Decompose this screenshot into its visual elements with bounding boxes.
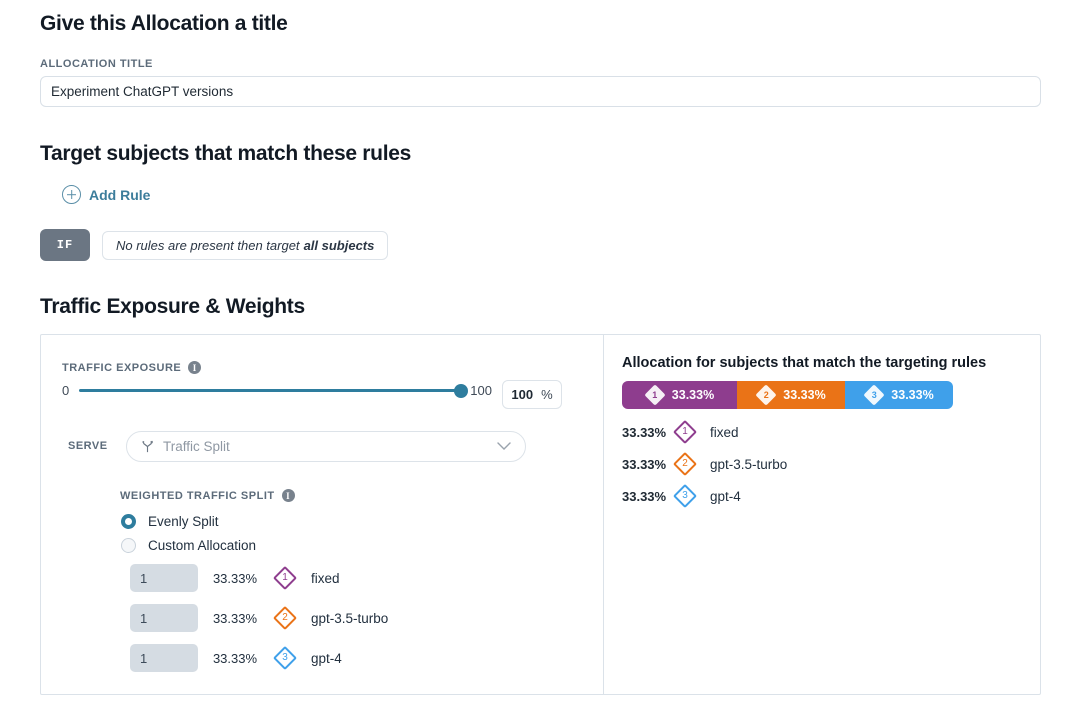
allocation-legend-row: 33.33% 3 gpt-4 bbox=[622, 483, 741, 509]
variant-weight-row: 33.33% 2 gpt-3.5-turbo bbox=[130, 604, 388, 632]
allocation-legend-row: 33.33% 1 fixed bbox=[622, 419, 739, 445]
variant-weight-input[interactable] bbox=[130, 644, 198, 672]
card-divider bbox=[603, 335, 604, 694]
slider-max-label: 100 bbox=[470, 383, 492, 398]
variant-index: 3 bbox=[282, 652, 288, 663]
variant-index: 3 bbox=[871, 389, 877, 400]
radio-evenly-split[interactable]: Evenly Split bbox=[121, 514, 219, 529]
variant-diamond-icon: 1 bbox=[272, 565, 298, 591]
if-badge: IF bbox=[40, 229, 90, 261]
traffic-exposure-percent-value: 100 bbox=[511, 387, 534, 402]
serve-dropdown[interactable]: Traffic Split bbox=[126, 431, 526, 462]
slider-min-label: 0 bbox=[62, 383, 70, 398]
traffic-exposure-label-row: TRAFFIC EXPOSURE i bbox=[62, 361, 202, 374]
variant-diamond-icon: 3 bbox=[863, 384, 885, 406]
variant-diamond-icon: 2 bbox=[755, 384, 777, 406]
segment-percent: 33.33% bbox=[671, 388, 715, 402]
empty-rule-text: No rules are present then target bbox=[116, 238, 300, 253]
add-rule-button[interactable]: Add Rule bbox=[62, 185, 150, 204]
slider-track[interactable] bbox=[79, 383, 469, 398]
allocation-legend-row: 33.33% 2 gpt-3.5-turbo bbox=[622, 451, 787, 477]
page-title-heading: Give this Allocation a title bbox=[40, 12, 288, 35]
weighted-split-label-row: WEIGHTED TRAFFIC SPLIT i bbox=[120, 489, 295, 502]
allocation-title-label: ALLOCATION TITLE bbox=[40, 58, 153, 70]
info-icon[interactable]: i bbox=[281, 489, 295, 502]
radio-indicator-unselected bbox=[121, 538, 136, 553]
legend-percent: 33.33% bbox=[622, 488, 667, 504]
weighted-split-label: WEIGHTED TRAFFIC SPLIT bbox=[120, 489, 275, 502]
traffic-exposure-slider[interactable]: 0 100 bbox=[62, 383, 492, 398]
variant-index: 3 bbox=[682, 490, 688, 501]
variant-index: 1 bbox=[682, 426, 688, 437]
variant-weight-input[interactable] bbox=[130, 564, 198, 592]
legend-percent: 33.33% bbox=[622, 424, 667, 440]
traffic-heading: Traffic Exposure & Weights bbox=[40, 295, 305, 318]
variant-diamond-icon: 3 bbox=[672, 483, 698, 509]
chevron-down-icon bbox=[497, 442, 511, 451]
variant-index: 1 bbox=[652, 389, 658, 400]
allocation-panel-title: Allocation for subjects that match the t… bbox=[622, 355, 987, 371]
variant-diamond-icon: 1 bbox=[672, 419, 698, 445]
info-icon[interactable]: i bbox=[188, 361, 202, 374]
variant-diamond-icon: 2 bbox=[672, 451, 698, 477]
percent-symbol: % bbox=[541, 387, 553, 402]
variant-percent: 33.33% bbox=[212, 610, 258, 626]
radio-custom-allocation[interactable]: Custom Allocation bbox=[121, 538, 256, 553]
radio-custom-allocation-label: Custom Allocation bbox=[148, 538, 257, 553]
traffic-exposure-percent-field[interactable]: 100 % bbox=[502, 380, 562, 409]
empty-rule-emphasis: all subjects bbox=[303, 238, 375, 253]
segment-percent: 33.33% bbox=[783, 388, 826, 402]
allocation-bar-segment[interactable]: 2 33.33% bbox=[737, 381, 845, 409]
allocation-stacked-bar: 1 33.33% 2 33.33% 3 33.33% bbox=[622, 381, 953, 409]
variant-name: gpt-3.5-turbo bbox=[311, 610, 389, 626]
variant-index: 1 bbox=[282, 572, 288, 583]
segment-percent: 33.33% bbox=[891, 388, 934, 402]
radio-indicator-selected bbox=[121, 514, 136, 529]
variant-diamond-icon: 3 bbox=[272, 645, 298, 671]
variant-index: 2 bbox=[763, 389, 769, 400]
allocation-bar-segment[interactable]: 3 33.33% bbox=[845, 381, 953, 409]
variant-weight-row: 33.33% 3 gpt-4 bbox=[130, 644, 342, 672]
serve-label: SERVE bbox=[68, 440, 108, 452]
variant-weight-input[interactable] bbox=[130, 604, 198, 632]
variant-index: 2 bbox=[282, 612, 288, 623]
traffic-exposure-label: TRAFFIC EXPOSURE bbox=[62, 361, 182, 374]
empty-rule-message: No rules are present then target all sub… bbox=[102, 231, 389, 260]
targeting-heading: Target subjects that match these rules bbox=[40, 142, 411, 165]
slider-thumb[interactable] bbox=[454, 383, 469, 398]
allocation-bar-segment[interactable]: 1 33.33% bbox=[622, 381, 737, 409]
legend-percent: 33.33% bbox=[622, 456, 667, 472]
plus-circle-icon bbox=[62, 185, 81, 204]
radio-evenly-split-label: Evenly Split bbox=[148, 514, 219, 529]
variant-percent: 33.33% bbox=[212, 570, 258, 586]
variant-name: fixed bbox=[311, 570, 340, 586]
legend-name: fixed bbox=[710, 424, 739, 440]
variant-index: 2 bbox=[682, 458, 688, 469]
traffic-split-icon bbox=[141, 440, 154, 453]
allocation-title-input[interactable] bbox=[40, 76, 1041, 107]
serve-value: Traffic Split bbox=[163, 439, 230, 454]
variant-name: gpt-4 bbox=[311, 650, 342, 666]
variant-percent: 33.33% bbox=[212, 650, 258, 666]
variant-weight-row: 33.33% 1 fixed bbox=[130, 564, 340, 592]
add-rule-label: Add Rule bbox=[89, 186, 151, 203]
allocation-editor-page: Give this Allocation a title ALLOCATION … bbox=[0, 0, 1071, 715]
variant-diamond-icon: 1 bbox=[644, 384, 666, 406]
legend-name: gpt-3.5-turbo bbox=[710, 456, 788, 472]
legend-name: gpt-4 bbox=[710, 488, 741, 504]
variant-diamond-icon: 2 bbox=[272, 605, 298, 631]
